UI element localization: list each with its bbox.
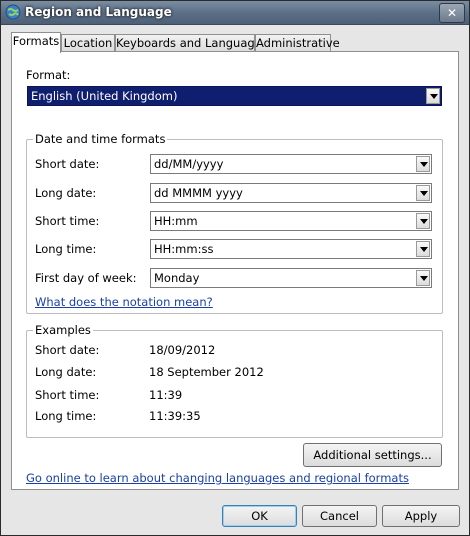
short-date-value: dd/MM/yyyy	[154, 157, 224, 171]
short-time-value: HH:mm	[154, 214, 198, 228]
example-short-date-value: 18/09/2012	[149, 343, 216, 357]
window-title: Region and Language	[25, 5, 172, 19]
example-short-date-label: Short date:	[35, 343, 100, 357]
chevron-down-icon	[416, 185, 430, 201]
format-label: Format:	[26, 68, 71, 82]
first-day-value: Monday	[154, 271, 200, 285]
long-date-value: dd MMMM yyyy	[154, 186, 243, 200]
format-dropdown[interactable]: English (United Kingdom)	[27, 86, 442, 106]
short-time-label: Short time:	[35, 214, 100, 228]
example-long-date-value: 18 September 2012	[149, 365, 264, 379]
tab-administrative[interactable]: Administrative	[255, 34, 340, 52]
date-time-formats-title: Date and time formats	[33, 132, 168, 146]
chevron-down-icon	[416, 156, 430, 172]
region-language-dialog: Region and Language ✕ Formats Location K…	[0, 0, 470, 536]
globe-icon	[5, 4, 21, 20]
online-help-link[interactable]: Go online to learn about changing langua…	[26, 471, 409, 485]
long-time-value: HH:mm:ss	[154, 242, 214, 256]
first-day-dropdown[interactable]: Monday	[150, 268, 432, 288]
example-short-time-value: 11:39	[149, 388, 183, 402]
example-short-time-label: Short time:	[35, 388, 100, 402]
first-day-label: First day of week:	[35, 271, 137, 285]
format-value: English (United Kingdom)	[31, 89, 178, 103]
long-time-label: Long time:	[35, 242, 97, 256]
cancel-button[interactable]: Cancel	[302, 505, 377, 527]
chevron-down-icon	[426, 88, 440, 104]
chevron-down-icon	[416, 270, 430, 286]
short-time-dropdown[interactable]: HH:mm	[150, 211, 432, 231]
tab-administrative-label: Administrative	[256, 36, 340, 50]
notation-link[interactable]: What does the notation mean?	[35, 295, 213, 309]
close-icon: ✕	[446, 6, 458, 20]
formats-panel: Format: English (United Kingdom) Date an…	[11, 51, 459, 490]
tab-keyboards-label: Keyboards and Languages	[116, 36, 268, 50]
tab-formats-label: Formats	[12, 34, 60, 48]
chevron-down-icon	[416, 241, 430, 257]
example-long-time-label: Long time:	[35, 409, 97, 423]
long-time-dropdown[interactable]: HH:mm:ss	[150, 239, 432, 259]
short-date-label: Short date:	[35, 157, 100, 171]
tab-formats[interactable]: Formats	[11, 32, 61, 53]
ok-button[interactable]: OK	[222, 505, 297, 527]
close-button[interactable]: ✕	[439, 3, 465, 23]
apply-button[interactable]: Apply	[382, 505, 460, 527]
example-long-time-value: 11:39:35	[149, 409, 201, 423]
title-bar: Region and Language ✕	[1, 1, 469, 25]
tab-location-label: Location	[63, 36, 113, 50]
chevron-down-icon	[416, 213, 430, 229]
long-date-dropdown[interactable]: dd MMMM yyyy	[150, 183, 432, 203]
example-long-date-label: Long date:	[35, 365, 97, 379]
tab-location[interactable]: Location	[61, 34, 115, 52]
long-date-label: Long date:	[35, 186, 97, 200]
examples-title: Examples	[33, 323, 93, 337]
additional-settings-button[interactable]: Additional settings...	[303, 443, 442, 467]
tab-keyboards-languages[interactable]: Keyboards and Languages	[115, 34, 268, 52]
short-date-dropdown[interactable]: dd/MM/yyyy	[150, 154, 432, 174]
